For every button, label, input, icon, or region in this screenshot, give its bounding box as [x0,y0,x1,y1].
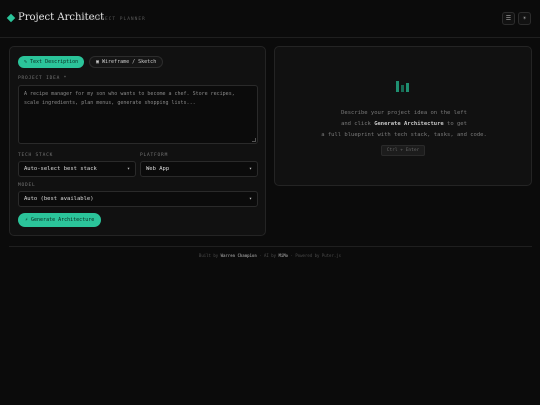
app-header: Project Architect AI PROJECT PLANNER ☰ ☀ [0,0,540,38]
resize-handle[interactable] [252,138,256,142]
empty-state-message: Describe your project idea on the left a… [275,108,533,141]
generate-architecture-emphasis: Generate Architecture [374,121,444,127]
model-value: Auto (best available) [24,196,94,202]
platform-select[interactable]: Web App ▾ [140,161,258,177]
chevron-down-icon: ▾ [248,166,252,172]
ai-provider-link[interactable]: MiMo [278,253,288,258]
keyboard-shortcut-hint: Ctrl + Enter [381,145,425,156]
tech-stack-label: TECH STACK [18,153,54,158]
platform-value: Web App [146,166,170,172]
chevron-down-icon: ▾ [248,196,252,202]
output-panel: Describe your project idea on the left a… [274,46,532,186]
empty-state-line-1: Describe your project idea on the left [341,110,467,116]
sun-icon: ☀ [522,15,527,22]
model-select[interactable]: Auto (best available) ▾ [18,191,258,207]
input-panel: ✎ Text Description ▣ Wireframe / Sketch … [9,46,266,236]
platform-label: PLATFORM [140,153,169,158]
list-icon: ☰ [505,15,512,22]
project-idea-input[interactable]: A recipe manager for my son who wants to… [18,85,258,144]
theme-toggle-button[interactable]: ☀ [518,12,531,25]
project-idea-placeholder: A recipe manager for my son who wants to… [24,91,238,106]
empty-state-line-2: and click Generate Architecture to get [341,121,467,127]
tab-wireframe-sketch[interactable]: ▣ Wireframe / Sketch [89,56,164,68]
tech-stack-select[interactable]: Auto-select best stack ▾ [18,161,136,177]
footer: Built by Warren Champion · AI by MiMo · … [198,253,342,258]
model-label: MODEL [18,183,36,188]
app-subtitle: AI PROJECT PLANNER [79,17,146,22]
tab-text-description[interactable]: ✎ Text Description [18,56,85,68]
generate-architecture-button[interactable]: ⚡ Generate Architecture [18,213,102,227]
project-idea-label: PROJECT IDEA * [18,76,68,81]
bar-chart-icon [396,79,410,92]
author-link[interactable]: Warren Champion [221,253,257,258]
tech-stack-value: Auto-select best stack [24,166,97,172]
chevron-down-icon: ▾ [126,166,130,172]
logo-diamond-icon [6,13,16,23]
empty-state-line-3: a full blueprint with tech stack, tasks,… [321,132,487,138]
menu-button[interactable]: ☰ [502,12,515,25]
footer-divider [9,246,532,247]
